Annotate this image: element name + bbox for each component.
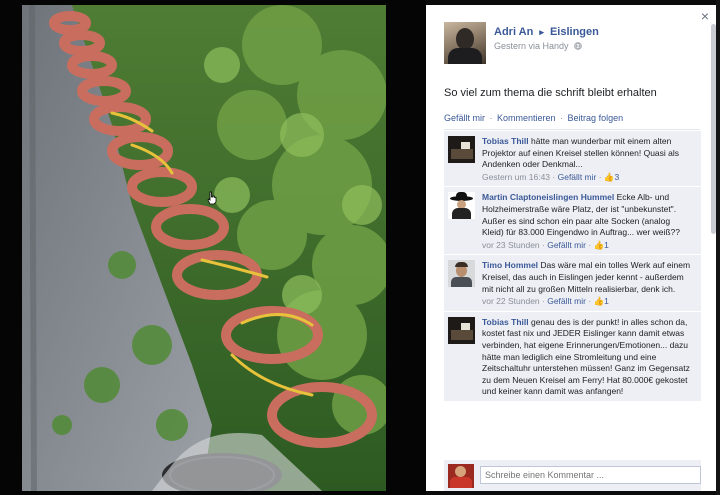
thumbs-up-icon[interactable]: 👍: [594, 240, 605, 250]
like-count[interactable]: 3: [615, 172, 620, 182]
comment-like-link[interactable]: Gefällt mir: [547, 240, 586, 250]
commenter-name[interactable]: Tobias Thill: [482, 136, 529, 146]
commenter-name[interactable]: Martin Claptoneislingen Hummel: [482, 192, 614, 202]
comment-time[interactable]: Gestern um 16:43: [482, 172, 550, 182]
comment-meta: Gestern um 16:43 · Gefällt mir · 👍3: [482, 171, 620, 182]
comment: Martin Claptoneislingen Hummel Ecke Alb-…: [444, 187, 701, 256]
comment-body: Tobias Thill genau des is der punkt! in …: [482, 317, 692, 398]
post-text: So viel zum thema die schrift bleibt erh…: [444, 87, 657, 99]
commenter-avatar[interactable]: [448, 260, 475, 288]
comment-body: Timo Hommel Das wäre mal ein tolles Werk…: [482, 260, 692, 307]
comment-body: Tobias Thill hätte man wunderbar mit ein…: [482, 136, 692, 183]
comment-composer: [444, 460, 701, 491]
follow-link[interactable]: Beitrag folgen: [568, 113, 624, 123]
commenter-avatar[interactable]: [448, 316, 475, 344]
comment: Timo Hommel Das wäre mal ein tolles Werk…: [444, 255, 701, 312]
author-line: Adri An ▸ Eislingen: [494, 26, 599, 38]
post-timestamp: Gestern via Handy: [494, 41, 599, 51]
commenter-avatar[interactable]: [448, 192, 475, 220]
globe-icon: [574, 42, 582, 50]
photo-viewer: × Adri An ▸ Eislingen Gestern via Handy: [0, 0, 720, 495]
comment-time[interactable]: vor 22 Stunden: [482, 296, 540, 306]
photo-stage: [0, 0, 426, 495]
comment-like-link[interactable]: Gefällt mir: [547, 296, 586, 306]
comment-list: Tobias Thill hätte man wunderbar mit ein…: [444, 131, 701, 461]
my-avatar: [448, 464, 474, 488]
window-edge: [716, 0, 720, 495]
separator: ·: [487, 113, 496, 123]
post-header: Adri An ▸ Eislingen Gestern via Handy: [444, 22, 599, 64]
like-count[interactable]: 1: [604, 240, 609, 250]
commenter-name[interactable]: Timo Hommel: [482, 260, 538, 270]
thumbs-up-icon[interactable]: 👍: [594, 296, 605, 306]
comment: Tobias Thill hätte man wunderbar mit ein…: [444, 131, 701, 188]
comment-like-link[interactable]: Gefällt mir: [558, 172, 597, 182]
arrow-right-icon: ▸: [539, 27, 544, 37]
author-meta: Adri An ▸ Eislingen Gestern via Handy: [494, 22, 599, 64]
comment-link[interactable]: Kommentieren: [497, 113, 556, 123]
comment-meta: vor 23 Stunden · Gefällt mir · 👍1: [482, 239, 609, 250]
comment-body: Martin Claptoneislingen Hummel Ecke Alb-…: [482, 192, 692, 251]
commenter-avatar[interactable]: [448, 136, 475, 163]
photo[interactable]: [22, 5, 386, 491]
post-time[interactable]: Gestern via Handy: [494, 41, 569, 51]
photo-sidebar: × Adri An ▸ Eislingen Gestern via Handy: [426, 5, 716, 491]
like-link[interactable]: Gefällt mir: [444, 113, 485, 123]
close-icon[interactable]: ×: [698, 9, 712, 23]
divider: [444, 129, 700, 130]
comment-meta: vor 22 Stunden · Gefällt mir · 👍1: [482, 296, 609, 307]
author-name[interactable]: Adri An: [494, 26, 533, 38]
photo-image: [22, 5, 386, 491]
author-avatar[interactable]: [444, 22, 486, 64]
commenter-name[interactable]: Tobias Thill: [482, 317, 529, 327]
post-actions: Gefällt mir · Kommentieren · Beitrag fol…: [444, 113, 623, 123]
comment-time[interactable]: vor 23 Stunden: [482, 240, 540, 250]
comment-text: genau des is der punkt! in alles schon d…: [482, 316, 690, 397]
separator: ·: [557, 113, 566, 123]
target-group[interactable]: Eislingen: [550, 26, 599, 38]
comment: Tobias Thill genau des is der punkt! in …: [444, 311, 701, 402]
like-count[interactable]: 1: [604, 296, 609, 306]
comment-input[interactable]: [480, 466, 701, 484]
hand-cursor-icon: [207, 191, 217, 205]
thumbs-up-icon[interactable]: 👍: [604, 172, 615, 182]
